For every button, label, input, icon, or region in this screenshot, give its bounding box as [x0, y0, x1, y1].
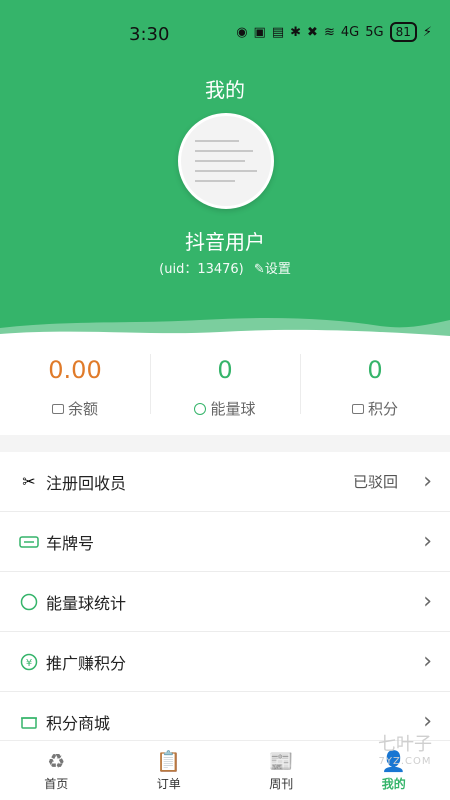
bluetooth-icon: ✱ [290, 24, 302, 40]
menu-item-status: 已驳回 [352, 473, 398, 491]
store-icon [18, 714, 40, 730]
avatar[interactable] [178, 113, 274, 209]
energy-ball-label-row: 能量球 [150, 398, 300, 419]
energy-ball-value: 0 [217, 356, 233, 384]
stat-points[interactable]: 0 积分 [300, 340, 450, 435]
yen-icon: ¥ [18, 653, 40, 671]
clipboard-icon: 📋 [156, 749, 182, 773]
tab-label: 我的 [381, 777, 406, 791]
chevron-right-icon: › [423, 469, 432, 494]
watermark: 七叶子 7YZ.COM [378, 730, 432, 767]
pencil-icon: ✎ [253, 262, 265, 277]
points-label: 积分 [367, 400, 398, 418]
wifi-icon: ≋ [323, 24, 335, 40]
recycle-icon: ♻ [47, 749, 66, 773]
menu-item-promote-points[interactable]: ¥ 推广赚积分 › [0, 632, 450, 692]
watermark-sub: 7YZ.COM [378, 756, 432, 767]
eye-icon: ◉ [236, 24, 248, 40]
menu-item-energy-ball-stats[interactable]: 能量球统计 › [0, 572, 450, 632]
stats-row: 0.00 余额 0 能量球 0 积分 [0, 340, 450, 435]
tab-label: 首页 [44, 777, 69, 791]
status-icons: ◉ ▣ ▤ ✱ ✖ ≋ 4G 5G 81 ⚡ [236, 22, 432, 42]
energy-ball-icon [18, 593, 40, 611]
avatar-photo-line [195, 150, 253, 152]
calendar-icon: ▤ [271, 24, 285, 40]
charging-icon: ⚡ [422, 24, 432, 40]
stat-balance[interactable]: 0.00 余额 [0, 340, 150, 435]
menu-list: ✂ 注册回收员 已驳回 › 车牌号 › 能量球统计 › ¥ 推广赚积分 › 积分… [0, 452, 450, 752]
points-value: 0 [367, 356, 383, 384]
newspaper-icon: 📰 [268, 749, 294, 773]
menu-item-register-collector[interactable]: ✂ 注册回收员 已驳回 › [0, 452, 450, 512]
menu-item-label: 车牌号 [46, 533, 95, 553]
balance-label: 余额 [67, 400, 98, 418]
menu-item-label: 能量球统计 [46, 593, 127, 613]
mute-icon: ✖ [307, 24, 318, 40]
menu-item-label: 推广赚积分 [46, 653, 127, 673]
uid-text: (uid：13476) [159, 262, 244, 277]
chevron-right-icon: › [423, 649, 432, 674]
energy-ball-icon [194, 402, 207, 415]
username: 抖音用户 [185, 230, 265, 254]
avatar-photo-line [195, 160, 245, 162]
nfc-icon: ▣ [253, 24, 266, 40]
menu-item-label: 积分商城 [46, 713, 111, 733]
wallet-icon [51, 403, 64, 414]
license-plate-icon [18, 535, 40, 548]
profile-header: 3:30 ◉ ▣ ▤ ✱ ✖ ≋ 4G 5G 81 ⚡ 我的 抖音用户 (uid… [0, 0, 450, 350]
points-label-row: 积分 [300, 398, 450, 419]
avatar-photo-line [195, 140, 239, 142]
status-bar: 3:30 ◉ ▣ ▤ ✱ ✖ ≋ 4G 5G 81 ⚡ [0, 0, 450, 66]
status-time: 3:30 [129, 24, 170, 45]
stat-energy-ball[interactable]: 0 能量球 [150, 340, 300, 435]
avatar-photo-line [195, 180, 235, 182]
balance-value: 0.00 [48, 356, 102, 384]
chevron-right-icon: › [423, 589, 432, 614]
avatar-photo-line [195, 170, 257, 172]
signal-5g-label: 5G [365, 24, 384, 40]
tools-icon: ✂ [22, 472, 36, 491]
page-title: 我的 [205, 78, 245, 102]
tab-orders[interactable]: 📋 订单 [113, 741, 226, 800]
chevron-right-icon: › [423, 529, 432, 554]
svg-text:¥: ¥ [26, 658, 32, 669]
uid-row: (uid：13476) ✎设置 [0, 258, 450, 277]
tab-label: 订单 [156, 777, 181, 791]
tab-weekly[interactable]: 📰 周刊 [225, 741, 338, 800]
menu-item-label: 注册回收员 [46, 473, 127, 493]
watermark-main: 七叶子 [378, 734, 432, 755]
balance-label-row: 余额 [0, 398, 150, 419]
menu-item-license-plate[interactable]: 车牌号 › [0, 512, 450, 572]
points-icon [351, 403, 364, 414]
signal-4g-label: 4G [340, 24, 360, 40]
settings-link[interactable]: ✎设置 [254, 258, 291, 277]
energy-ball-label: 能量球 [210, 400, 256, 418]
tab-label: 周刊 [269, 777, 294, 791]
battery-level: 81 [389, 22, 417, 42]
settings-label: 设置 [264, 262, 291, 277]
tab-home[interactable]: ♻ 首页 [0, 741, 113, 800]
